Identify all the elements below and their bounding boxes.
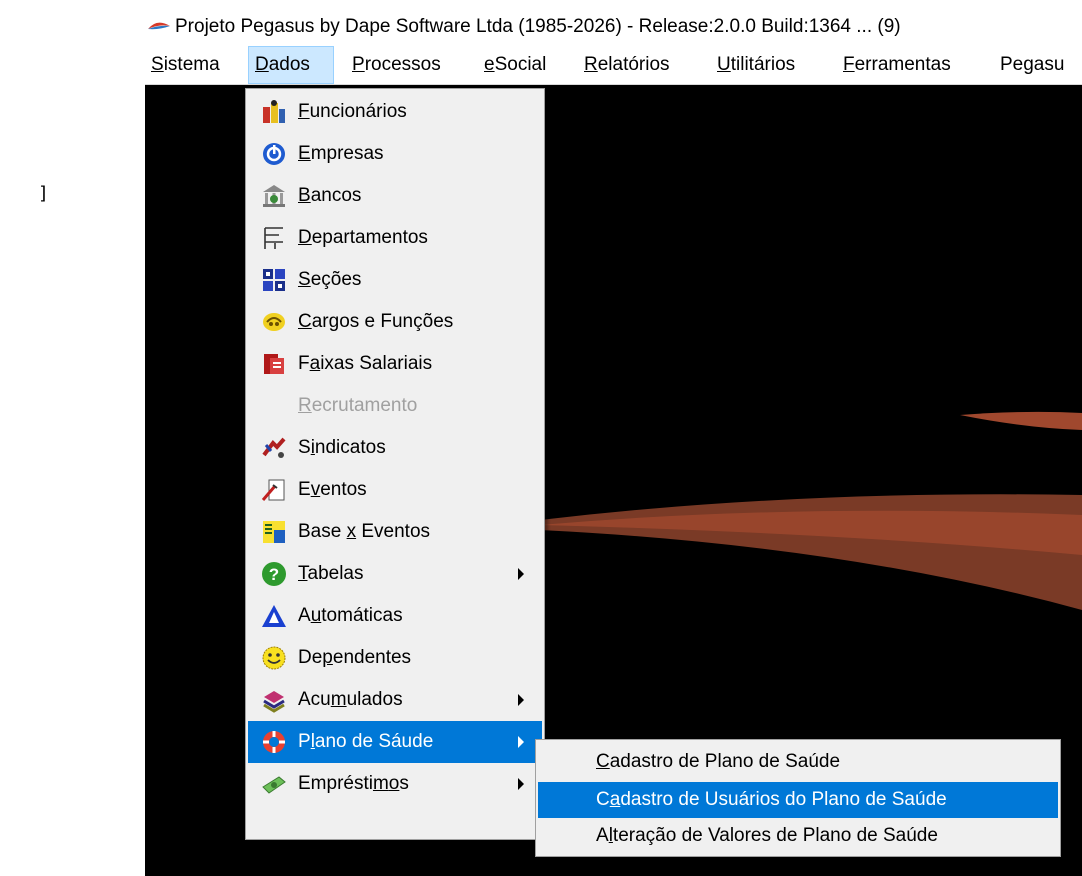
menu-item-plano-de-saude[interactable]: Plano de Sáude: [248, 721, 542, 763]
menu-item-recrutamento-label: ecrutamento: [311, 395, 418, 416]
menu-item-dependentes-label: endentes: [332, 647, 412, 668]
menu-item-tabelas-label: abelas: [307, 563, 364, 584]
submenu-item-cadastro-plano-label: adastro de Plano de Saúde: [609, 751, 841, 772]
menu-item-cargos-label: argos e Funções: [311, 311, 454, 332]
accumulated-icon: [263, 691, 285, 713]
menu-item-faixas-salariais[interactable]: Faixas Salariais: [248, 343, 542, 385]
submenu-arrow-icon: [518, 568, 524, 580]
plano-de-saude-submenu: Cadastro de Plano de Saúde Cadastro de U…: [535, 739, 1061, 857]
bank-icon: [263, 185, 285, 207]
lifebuoy-icon: [263, 731, 285, 753]
menu-relatorios-label: elatórios: [597, 54, 670, 75]
menu-item-bancos[interactable]: Bancos: [248, 175, 542, 217]
menu-item-emprestimos[interactable]: Empréstimos: [248, 763, 542, 805]
menu-item-tabelas[interactable]: ? Tabelas: [248, 553, 542, 595]
menu-dados-label: ados: [268, 54, 310, 75]
sections-icon: [263, 269, 285, 291]
menu-ferramentas-label: erramentas: [854, 54, 951, 75]
companies-icon: [263, 143, 285, 165]
menu-item-base-eventos[interactable]: Base x Eventos: [248, 511, 542, 553]
menu-item-secoes-label: eções: [310, 269, 362, 290]
menu-item-sindicatos-label: ndicatos: [314, 437, 386, 458]
smiley-icon: [262, 646, 286, 670]
automatic-icon: [262, 605, 286, 627]
menu-bar: Sistema Dados Processos eSocial Relatóri…: [145, 46, 1082, 85]
menu-item-recrutamento: Recrutamento: [298, 395, 418, 416]
menu-item-plano-label: ano de Sáude: [314, 731, 434, 752]
submenu-item-alteracao-valores[interactable]: Alteração de Valores de Plano de Saúde: [538, 818, 1058, 854]
menu-pegasus-label: Pegasu: [1000, 54, 1065, 75]
menu-item-emprestimos-label: s: [399, 773, 409, 794]
money-icon: [262, 776, 286, 794]
window-title: Projeto Pegasus by Dape Software Ltda (1…: [175, 16, 901, 37]
submenu-arrow-icon: [518, 778, 524, 790]
menu-sistema-label: istema: [163, 54, 220, 75]
departments-icon: [264, 227, 283, 249]
menu-item-faixas-label: ixas Salariais: [320, 353, 433, 374]
app-logo-icon: [148, 22, 170, 30]
base-events-icon: [263, 521, 285, 543]
menu-item-dependentes[interactable]: Dependentes: [248, 637, 542, 679]
menu-processos[interactable]: Processos: [346, 46, 447, 84]
menu-processos-label: rocessos: [364, 54, 441, 75]
menu-item-secoes[interactable]: Seções: [248, 259, 542, 301]
submenu-arrow-icon: [518, 694, 524, 706]
menu-item-cargos[interactable]: Cargos e Funções: [248, 301, 542, 343]
menu-pegasus[interactable]: Pegasu: [994, 46, 1070, 84]
menu-utilitarios[interactable]: Utilitários: [711, 46, 801, 84]
unions-icon: [262, 437, 286, 458]
submenu-item-cadastro-usuarios-label: dastro de Usuários do Plano de Saúde: [620, 789, 947, 810]
menu-item-base-eventos-label: Eventos: [356, 521, 431, 542]
menu-item-acumulados-label: ulados: [346, 689, 403, 710]
menu-item-acumulados[interactable]: Acumulados: [248, 679, 542, 721]
roles-icon: [263, 313, 285, 331]
menu-item-eventos[interactable]: Eventos: [248, 469, 542, 511]
menu-item-departamentos[interactable]: Departamentos: [248, 217, 542, 259]
menu-item-departamentos-label: epartamentos: [311, 227, 428, 248]
submenu-item-cadastro-usuarios[interactable]: Cadastro de Usuários do Plano de Saúde: [538, 782, 1058, 818]
dados-dropdown-menu: Funcionários Empresas Bancos Departament…: [245, 88, 545, 840]
title-bar: Projeto Pegasus by Dape Software Ltda (1…: [145, 0, 1082, 46]
menu-item-bancos-label: ancos: [310, 185, 362, 206]
menu-item-automaticas[interactable]: Automáticas: [248, 595, 542, 637]
menu-item-empresas[interactable]: Empresas: [248, 133, 542, 175]
menu-relatorios[interactable]: Relatórios: [578, 46, 676, 84]
menu-item-sindicatos[interactable]: Sindicatos: [248, 427, 542, 469]
employees-icon: [263, 100, 285, 123]
menu-item-funcionarios-label: uncionários: [309, 101, 407, 122]
salary-ranges-icon: [264, 354, 284, 374]
menu-dados[interactable]: Dados: [248, 46, 334, 84]
menu-item-empresas-label: mpresas: [310, 143, 384, 164]
menu-item-funcionarios[interactable]: Funcionários: [248, 91, 542, 133]
menu-sistema[interactable]: Sistema: [145, 46, 226, 84]
submenu-arrow-icon: [518, 736, 524, 748]
svg-text:?: ?: [269, 565, 279, 584]
submenu-item-alteracao-label: teração de Valores de Plano de Saúde: [612, 825, 938, 846]
menu-esocial[interactable]: eSocial: [478, 46, 552, 84]
events-icon: [261, 479, 285, 501]
menu-esocial-label: Social: [494, 54, 547, 75]
menu-item-automaticas-label: tomáticas: [321, 605, 403, 626]
stray-bracket-text: ]: [38, 183, 49, 204]
menu-utilitarios-label: tilitários: [730, 54, 796, 75]
menu-ferramentas[interactable]: Ferramentas: [837, 46, 957, 84]
menu-item-eventos-label: entos: [320, 479, 367, 500]
submenu-item-cadastro-plano[interactable]: Cadastro de Plano de Saúde: [538, 744, 1058, 780]
help-question-icon: ?: [262, 562, 286, 586]
